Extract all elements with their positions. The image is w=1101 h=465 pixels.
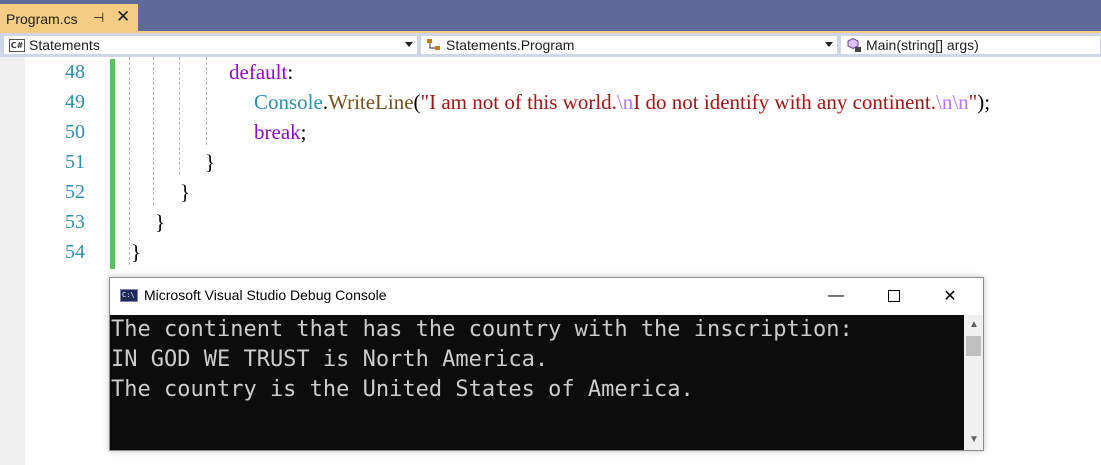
project-label: Statements <box>29 37 100 53</box>
class-icon <box>426 37 442 53</box>
csharp-project-icon: C# <box>9 38 25 52</box>
member-label: Main(string[] args) <box>866 37 979 53</box>
console-title-bar[interactable]: C:\ Microsoft Visual Studio Debug Consol… <box>110 278 983 314</box>
indent-guide <box>206 57 207 145</box>
line-number: 49 <box>65 91 85 113</box>
editor-margin <box>0 57 25 465</box>
code-line-54: } <box>131 240 142 264</box>
tab-title: Program.cs <box>6 10 78 27</box>
member-dropdown[interactable]: Main(string[] args) <box>840 35 1101 55</box>
maximize-button[interactable] <box>871 278 917 314</box>
document-tab-strip: Program.cs ⊣ ✕ <box>0 0 1101 33</box>
line-number: 54 <box>65 241 85 263</box>
console-output-line: The continent that has the country with … <box>111 317 853 342</box>
indent-guide <box>153 57 154 205</box>
console-app-icon: C:\ <box>120 289 138 302</box>
maximize-icon <box>888 290 900 302</box>
code-line-52: } <box>180 180 191 204</box>
method-lock-icon <box>846 37 862 53</box>
scroll-up-icon[interactable]: ▲ <box>969 319 979 330</box>
tab-program-cs[interactable]: Program.cs ⊣ ✕ <box>0 4 138 33</box>
line-number: 52 <box>65 181 85 203</box>
minimize-button[interactable]: — <box>813 278 859 314</box>
console-output-line: The country is the United States of Amer… <box>111 377 694 402</box>
code-line-49: Console.WriteLine("I am not of this worl… <box>254 90 991 114</box>
line-number: 53 <box>65 211 85 233</box>
scroll-down-icon[interactable]: ▼ <box>969 434 979 445</box>
console-output-line: IN GOD WE TRUST is North America. <box>111 347 549 372</box>
chevron-down-icon[interactable] <box>405 42 413 47</box>
pin-icon[interactable]: ⊣ <box>93 10 104 26</box>
code-line-51: } <box>205 150 216 174</box>
navigation-bar: C# Statements Statements.Program Main(st… <box>0 33 1101 57</box>
console-output[interactable]: The continent that has the country with … <box>110 315 964 450</box>
code-line-50: break; <box>254 120 307 144</box>
type-dropdown[interactable]: Statements.Program <box>420 35 838 55</box>
scroll-thumb[interactable] <box>966 336 981 356</box>
console-title: Microsoft Visual Studio Debug Console <box>144 287 387 303</box>
line-number: 51 <box>65 151 85 173</box>
indent-guide <box>179 57 180 175</box>
line-number: 48 <box>65 61 85 83</box>
close-tab-icon[interactable]: ✕ <box>116 7 130 27</box>
indent-guide <box>129 57 130 265</box>
change-tracking-bar <box>110 59 115 269</box>
console-scrollbar[interactable]: ▲ ▼ <box>964 315 983 450</box>
chevron-down-icon[interactable] <box>825 42 833 47</box>
close-button[interactable]: ✕ <box>927 278 973 314</box>
code-line-53: } <box>155 210 166 234</box>
project-dropdown[interactable]: C# Statements <box>3 35 418 55</box>
type-label: Statements.Program <box>446 37 575 53</box>
line-number: 50 <box>65 121 85 143</box>
debug-console-window[interactable]: C:\ Microsoft Visual Studio Debug Consol… <box>109 277 984 451</box>
code-line-48: default: <box>229 60 294 84</box>
